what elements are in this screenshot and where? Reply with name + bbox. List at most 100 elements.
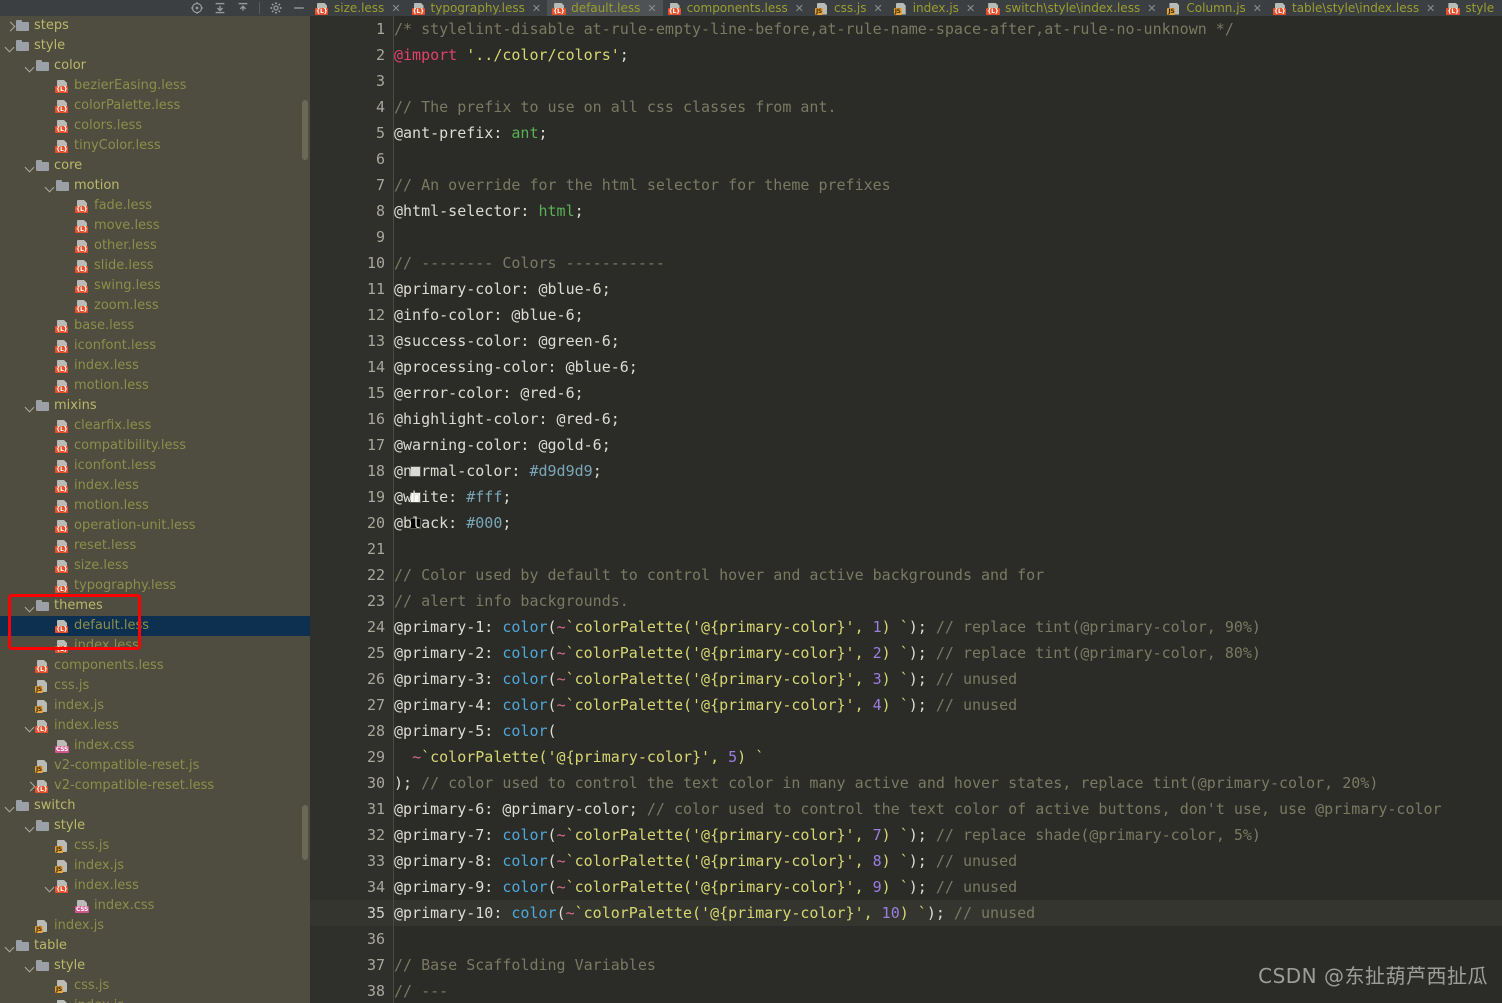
code-line[interactable]: @white: #fff; <box>394 484 1502 510</box>
code-line[interactable]: @warning-color: @gold-6; <box>394 432 1502 458</box>
chevron-down-icon[interactable] <box>4 36 15 56</box>
close-tab-icon[interactable]: ✕ <box>532 2 541 15</box>
tree-item[interactable]: {L} bezierEasing.less <box>0 76 310 96</box>
code-line[interactable]: @primary-4: color(~`colorPalette('@{prim… <box>394 692 1502 718</box>
editor-tab-bar[interactable]: {L} size.less ✕ {L} typography.less ✕ {L} defau… <box>310 0 1502 16</box>
project-file-tree[interactable]: steps style color {L} bezierEasing.less {L} co… <box>0 16 310 1003</box>
tree-item[interactable]: motion <box>0 176 310 196</box>
close-tab-icon[interactable]: ✕ <box>1426 2 1435 15</box>
code-line[interactable]: @success-color: @green-6; <box>394 328 1502 354</box>
tree-item[interactable]: {L} zoom.less <box>0 296 310 316</box>
editor-tab[interactable]: {L}style✕ <box>1441 0 1502 16</box>
code-line[interactable] <box>394 224 1502 250</box>
tree-item[interactable]: {L} colorPalette.less <box>0 96 310 116</box>
editor-tab[interactable]: {L} size.less ✕ <box>310 0 407 16</box>
close-tab-icon[interactable]: ✕ <box>795 2 804 15</box>
code-line[interactable]: /* stylelint-disable at-rule-empty-line-… <box>394 16 1502 42</box>
chevron-down-icon[interactable] <box>24 716 35 736</box>
chevron-down-icon[interactable] <box>24 396 35 416</box>
close-tab-icon[interactable]: ✕ <box>966 2 975 15</box>
tree-item[interactable]: {L} swing.less <box>0 276 310 296</box>
tree-item[interactable]: mixins <box>0 396 310 416</box>
code-line[interactable]: @ant-prefix: ant; <box>394 120 1502 146</box>
tree-item[interactable]: CSS index.css <box>0 896 310 916</box>
tree-item[interactable]: steps <box>0 16 310 36</box>
close-tab-icon[interactable]: ✕ <box>1147 2 1156 15</box>
tree-item[interactable]: {L} clearfix.less <box>0 416 310 436</box>
tree-item[interactable]: {L} motion.less <box>0 376 310 396</box>
tree-item[interactable]: switch <box>0 796 310 816</box>
code-line[interactable]: @error-color: @red-6; <box>394 380 1502 406</box>
tree-item[interactable]: {L} operation-unit.less <box>0 516 310 536</box>
tree-item[interactable]: {L} compatibility.less <box>0 436 310 456</box>
editor-tab[interactable]: {L} switch\style\index.less ✕ <box>981 0 1162 16</box>
tree-item[interactable]: {L} tinyColor.less <box>0 136 310 156</box>
code-line[interactable] <box>394 926 1502 952</box>
code-line[interactable]: // Color used by default to control hove… <box>394 562 1502 588</box>
tree-item[interactable]: {L} v2-compatible-reset.less <box>0 776 310 796</box>
tree-item[interactable]: JS css.js <box>0 976 310 996</box>
code-line[interactable]: @primary-9: color(~`colorPalette('@{prim… <box>394 874 1502 900</box>
chevron-down-icon[interactable] <box>4 936 15 956</box>
code-line[interactable] <box>394 536 1502 562</box>
tree-item[interactable]: JS index.js <box>0 916 310 936</box>
collapse-all-icon[interactable] <box>213 1 227 15</box>
expand-all-icon[interactable] <box>236 1 250 15</box>
code-line[interactable]: @primary-8: color(~`colorPalette('@{prim… <box>394 848 1502 874</box>
chevron-down-icon[interactable] <box>24 816 35 836</box>
chevron-right-icon[interactable] <box>4 16 15 36</box>
code-line[interactable]: @primary-6: @primary-color; // color use… <box>394 796 1502 822</box>
chevron-down-icon[interactable] <box>4 796 15 816</box>
chevron-down-icon[interactable] <box>44 176 55 196</box>
tree-item[interactable]: style <box>0 816 310 836</box>
chevron-down-icon[interactable] <box>24 156 35 176</box>
tree-item[interactable]: {L} index.less <box>0 876 310 896</box>
code-line[interactable]: @import '../color/colors'; <box>394 42 1502 68</box>
code-line[interactable]: // The prefix to use on all css classes … <box>394 94 1502 120</box>
tree-item[interactable]: {L} base.less <box>0 316 310 336</box>
close-tab-icon[interactable]: ✕ <box>391 2 400 15</box>
editor-tab[interactable]: JS css.js ✕ <box>810 0 889 16</box>
chevron-right-icon[interactable] <box>24 776 35 796</box>
hide-panel-icon[interactable] <box>292 1 306 15</box>
chevron-down-icon[interactable] <box>44 876 55 896</box>
code-line[interactable]: @processing-color: @blue-6; <box>394 354 1502 380</box>
tree-item[interactable]: table <box>0 936 310 956</box>
tree-item[interactable]: JS index.js <box>0 856 310 876</box>
tree-item[interactable]: CSS index.css <box>0 736 310 756</box>
editor-tab[interactable]: JS index.js ✕ <box>889 0 981 16</box>
tree-item[interactable]: {L} components.less <box>0 656 310 676</box>
code-line[interactable]: @primary-10: color(~`colorPalette('@{pri… <box>394 900 1502 926</box>
tree-item[interactable]: {L} default.less <box>0 616 310 636</box>
code-line[interactable] <box>394 146 1502 172</box>
editor-tab[interactable]: {L} table\style\index.less ✕ <box>1268 0 1441 16</box>
code-line[interactable]: @primary-7: color(~`colorPalette('@{prim… <box>394 822 1502 848</box>
tree-item[interactable]: {L} iconfont.less <box>0 456 310 476</box>
code-line[interactable]: @info-color: @blue-6; <box>394 302 1502 328</box>
code-line[interactable]: @primary-5: color( <box>394 718 1502 744</box>
code-line[interactable]: @primary-2: color(~`colorPalette('@{prim… <box>394 640 1502 666</box>
editor-tab[interactable]: JS Column.js ✕ <box>1162 0 1268 16</box>
code-line[interactable]: @html-selector: html; <box>394 198 1502 224</box>
code-line[interactable]: @primary-1: color(~`colorPalette('@{prim… <box>394 614 1502 640</box>
code-line[interactable]: // -------- Colors ----------- <box>394 250 1502 276</box>
tree-item[interactable]: {L} index.less <box>0 636 310 656</box>
chevron-down-icon[interactable] <box>24 956 35 976</box>
chevron-down-icon[interactable] <box>24 596 35 616</box>
tree-item[interactable]: style <box>0 36 310 56</box>
tree-item[interactable]: {L} reset.less <box>0 536 310 556</box>
tree-item[interactable]: themes <box>0 596 310 616</box>
tree-item[interactable]: core <box>0 156 310 176</box>
sidebar-scrollbar-thumb-lower[interactable] <box>302 805 308 860</box>
tree-item[interactable]: JS css.js <box>0 836 310 856</box>
tree-item[interactable]: style <box>0 956 310 976</box>
tree-item[interactable]: color <box>0 56 310 76</box>
editor-tab[interactable]: {L} typography.less ✕ <box>407 0 548 16</box>
tree-item[interactable]: {L} iconfont.less <box>0 336 310 356</box>
close-tab-icon[interactable]: ✕ <box>647 2 656 15</box>
code-line[interactable]: ); // color used to control the text col… <box>394 770 1502 796</box>
code-line[interactable]: // alert info backgrounds. <box>394 588 1502 614</box>
editor-tab[interactable]: {L} default.less ✕ <box>547 0 663 16</box>
tree-item[interactable]: {L} size.less <box>0 556 310 576</box>
tree-item[interactable]: {L} typography.less <box>0 576 310 596</box>
